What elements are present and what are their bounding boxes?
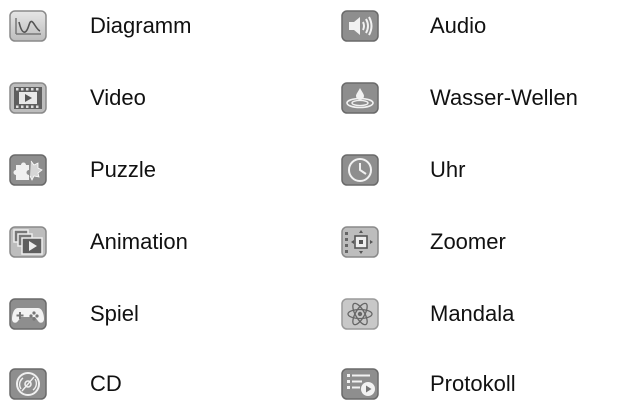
item-label-animation: Animation — [90, 229, 188, 254]
list-item-cd[interactable]: CD — [8, 364, 122, 404]
zoom-focus-icon — [340, 225, 380, 259]
video-film-icon — [8, 81, 48, 115]
list-item-animation[interactable]: Animation — [8, 222, 188, 262]
list-item-wasser-wellen[interactable]: Wasser-Wellen — [340, 78, 578, 118]
item-label-cd: CD — [90, 371, 122, 396]
item-label-audio: Audio — [430, 13, 487, 38]
item-label-diagramm: Diagramm — [90, 13, 192, 38]
list-item-protokoll[interactable]: Protokoll — [340, 364, 516, 404]
clock-icon — [340, 153, 380, 187]
item-label-protokoll: Protokoll — [430, 371, 516, 396]
list-item-video[interactable]: Video — [8, 78, 146, 118]
list-item-spiel[interactable]: Spiel — [8, 294, 139, 334]
list-item-zoomer[interactable]: Zoomer — [340, 222, 506, 262]
water-drop-icon — [340, 81, 380, 115]
list-item-mandala[interactable]: Mandala — [340, 294, 514, 334]
list-item-uhr[interactable]: Uhr — [340, 150, 465, 190]
item-label-video: Video — [90, 85, 146, 110]
puzzle-icon — [8, 153, 48, 187]
gamepad-icon — [8, 297, 48, 331]
log-list-icon — [340, 367, 380, 401]
mandala-atom-icon — [340, 297, 380, 331]
item-label-mandala: Mandala — [430, 301, 515, 326]
item-label-zoomer: Zoomer — [430, 229, 506, 254]
speaker-icon — [340, 9, 380, 43]
line-chart-icon — [8, 9, 48, 43]
item-label-spiel: Spiel — [90, 301, 139, 326]
item-label-puzzle: Puzzle — [90, 157, 157, 182]
cd-disc-icon — [8, 367, 48, 401]
list-item-puzzle[interactable]: Puzzle — [8, 150, 156, 190]
list-item-diagramm[interactable]: Diagramm — [8, 6, 191, 46]
list-item-audio[interactable]: Audio — [340, 6, 486, 46]
item-label-uhr: Uhr — [430, 157, 466, 182]
item-label-wasser-wellen: Wasser-Wellen — [430, 85, 578, 110]
animation-frames-icon — [8, 225, 48, 259]
